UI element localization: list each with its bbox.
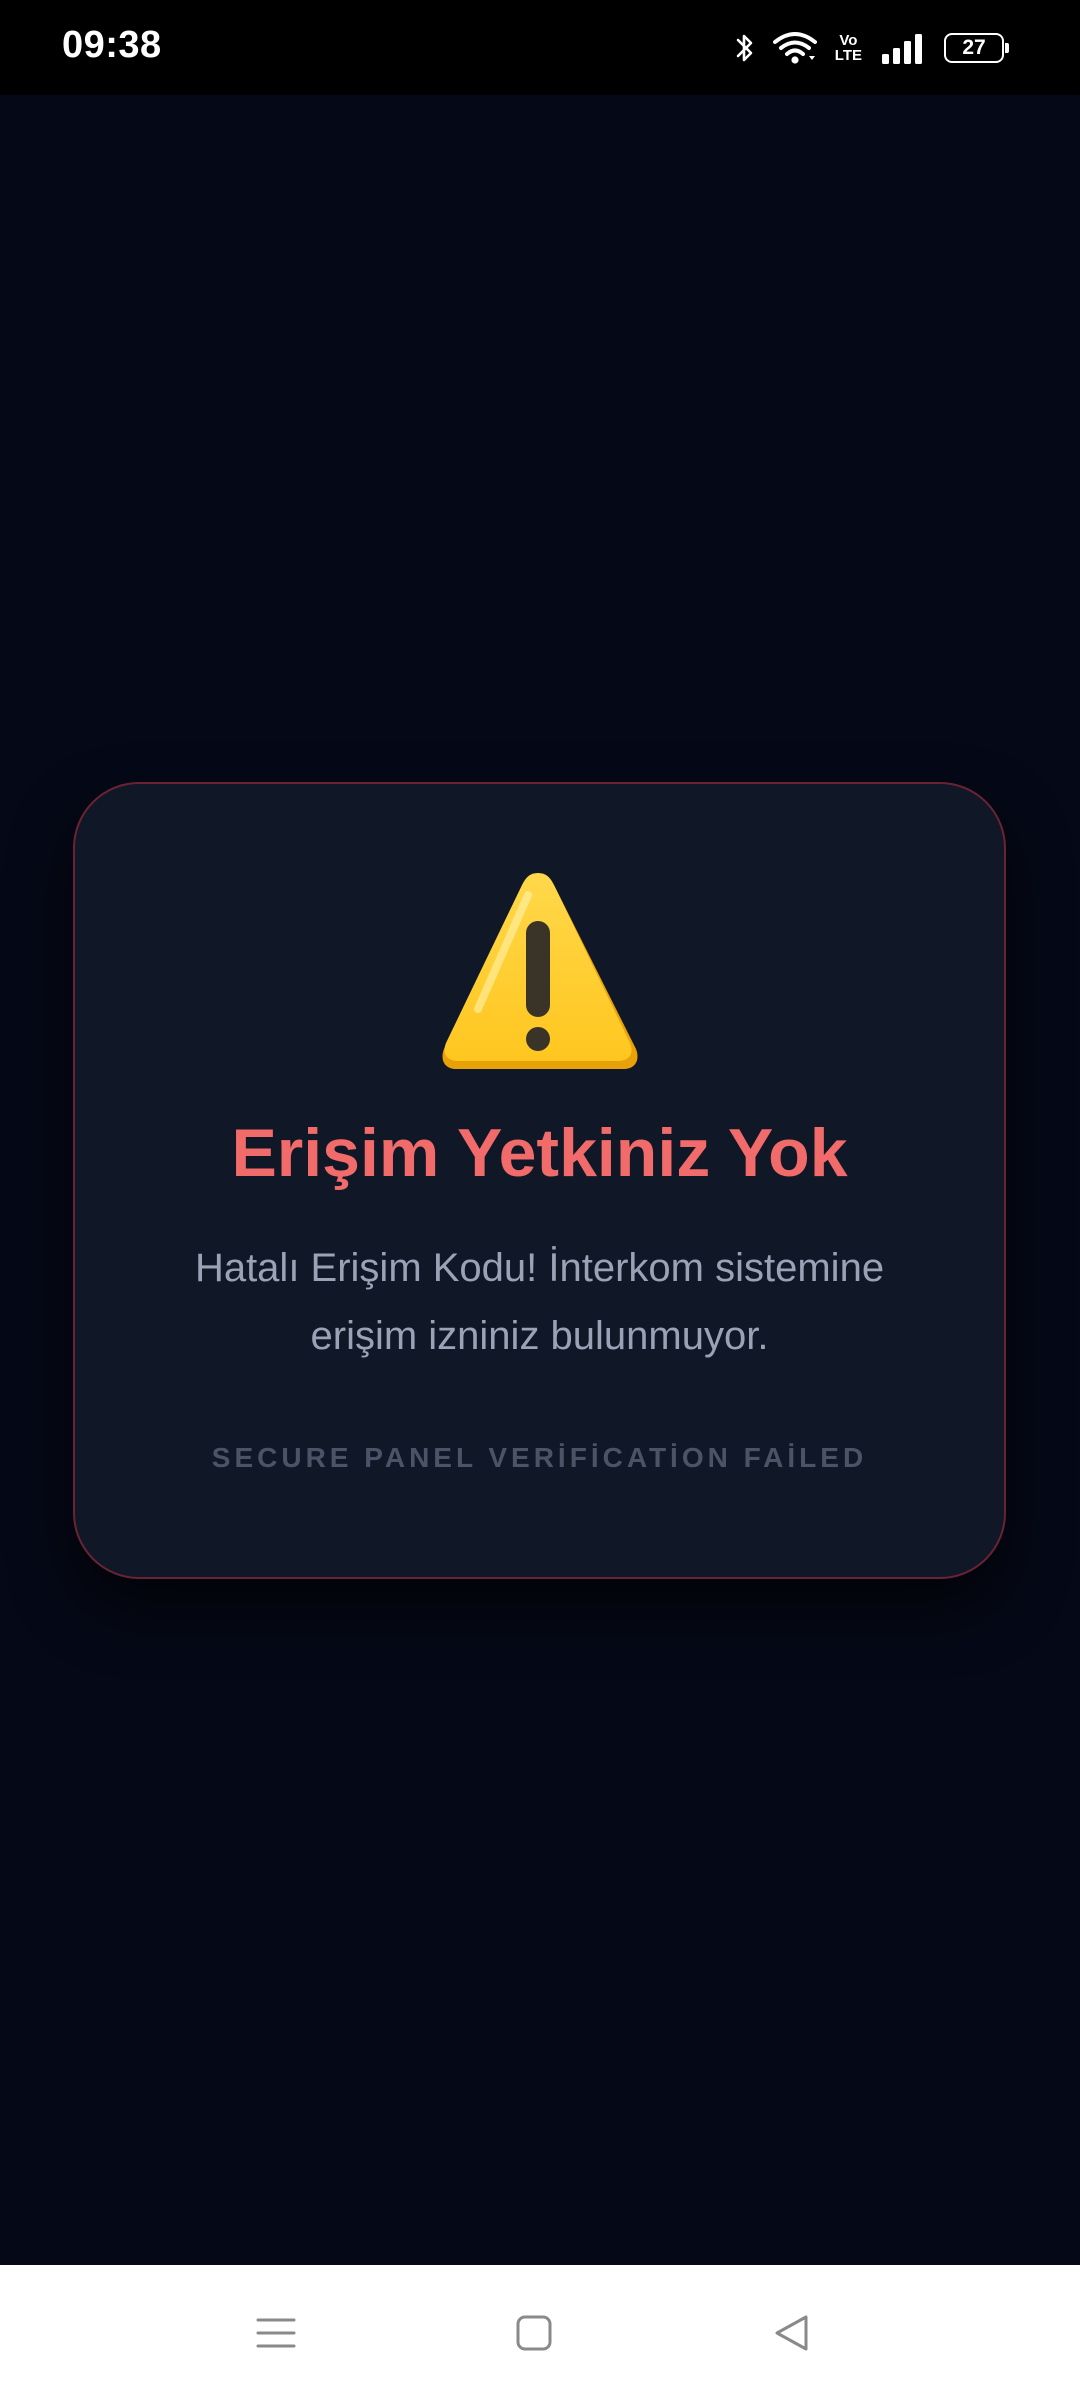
card-message: Hatalı Erişim Kodu! İnterkom sistemine e… bbox=[194, 1246, 885, 1358]
signal-icon bbox=[880, 32, 926, 64]
wifi-icon bbox=[772, 30, 817, 66]
back-icon bbox=[772, 2313, 812, 2358]
card-title: Erişim Yetkiniz Yok bbox=[231, 1115, 848, 1191]
menu-icon bbox=[256, 2313, 296, 2358]
card-footer: SECURE PANEL VERİFİCATİON FAİLED bbox=[211, 1442, 868, 1473]
volte-icon: Vo LTE bbox=[835, 33, 862, 63]
bluetooth-icon bbox=[735, 30, 755, 66]
status-time: 09:38 bbox=[62, 24, 162, 66]
home-icon bbox=[514, 2313, 554, 2358]
navigation-bar bbox=[0, 2265, 1080, 2400]
warning-icon bbox=[438, 869, 642, 1073]
volte-bottom-label: LTE bbox=[834, 47, 862, 64]
battery-icon: 27 bbox=[944, 33, 1009, 63]
status-icons: Vo LTE 27 bbox=[735, 26, 1009, 70]
access-denied-card: Erişim Yetkiniz Yok Hatalı Erişim Kodu! … bbox=[73, 782, 1006, 1579]
home-button[interactable] bbox=[504, 2305, 564, 2365]
status-bar: 09:38 Vo LTE 27 bbox=[0, 0, 1080, 95]
battery-level: 27 bbox=[962, 36, 986, 59]
menu-button[interactable] bbox=[246, 2305, 306, 2365]
back-button[interactable] bbox=[762, 2305, 822, 2365]
volte-top-label: Vo bbox=[839, 32, 858, 49]
